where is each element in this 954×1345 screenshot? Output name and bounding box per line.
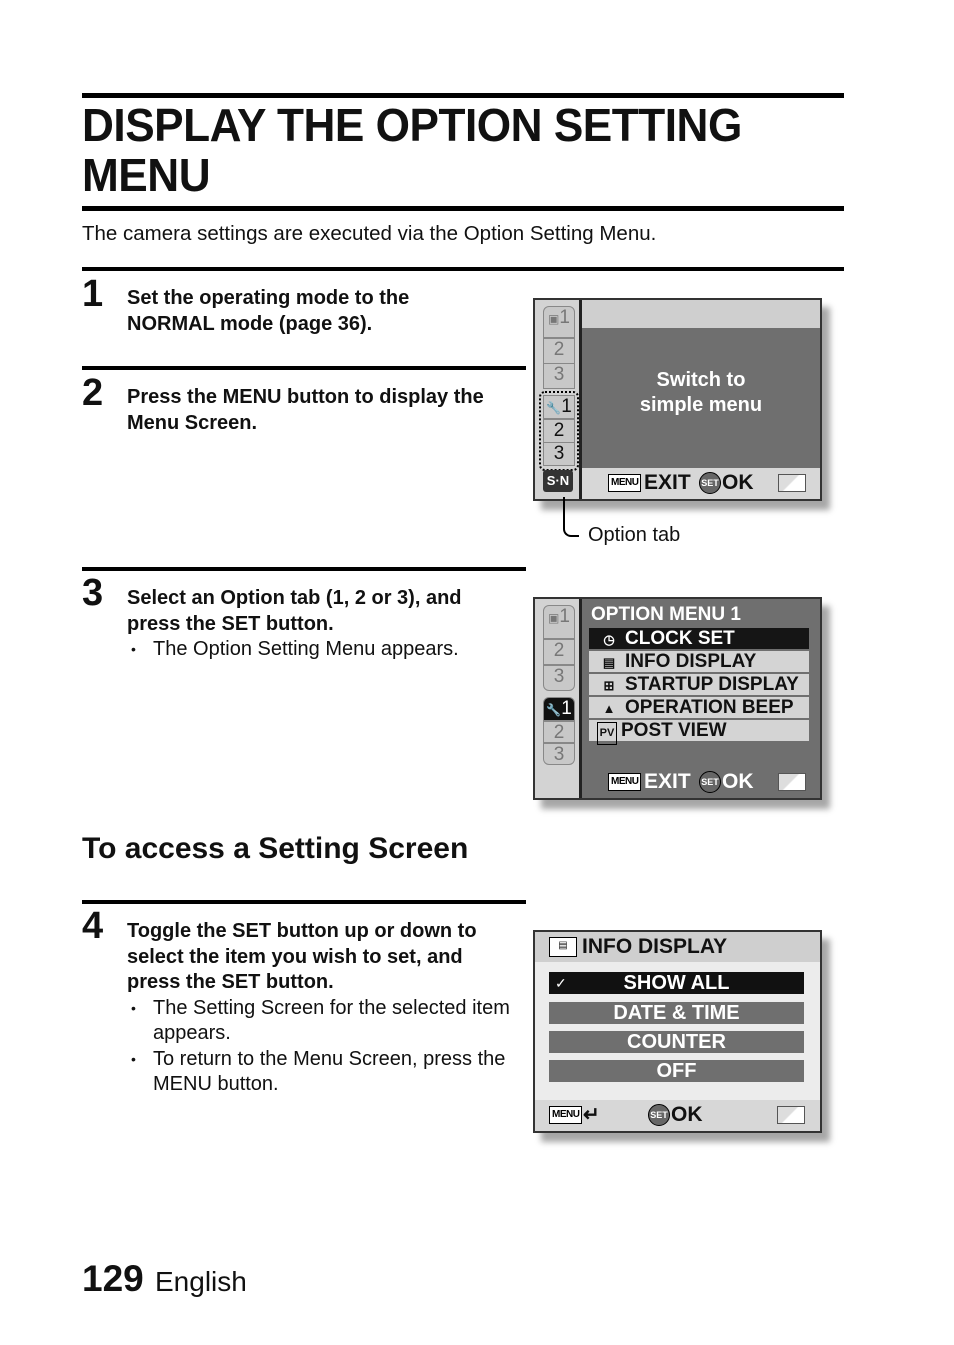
tab-option-2[interactable]: 2 (543, 721, 575, 743)
camera-icon: ▣ (548, 611, 560, 625)
mode-badge[interactable]: S·N (543, 470, 573, 492)
section-subheading: To access a Setting Screen (82, 832, 469, 865)
battery-icon (777, 1106, 805, 1124)
menu-item-startup-display[interactable]: ⊞ STARTUP DISPLAY (589, 674, 809, 695)
step-rule (82, 567, 526, 571)
camera-screen-option-menu: ▣1 2 3 🔧1 2 3 OPTION MENU 1 ◷ CLOCK SET ▤… (533, 597, 822, 800)
battery-icon (778, 773, 806, 791)
tab-column: ▣1 2 3 🔧1 2 3 (535, 599, 582, 798)
tab-shooting-2[interactable]: 2 (543, 338, 575, 364)
step-body: Toggle the SET button up or down to sele… (127, 919, 517, 1098)
step-rule (82, 267, 844, 271)
setting-header: ▤ INFO DISPLAY (535, 932, 820, 962)
battery-icon (778, 474, 806, 492)
step-text: Select an Option tab (1, 2 or 3), and pr… (127, 587, 462, 635)
post-view-icon: PV (597, 722, 617, 745)
menu-item-operation-beep[interactable]: ▲ OPERATION BEEP (589, 697, 809, 718)
ok-label: OK (671, 1103, 703, 1126)
camera-icon: ▣ (548, 312, 560, 326)
menu-button-icon: MENU (608, 474, 642, 492)
set-button-icon: SET (699, 771, 721, 793)
tab-shooting-2[interactable]: 2 (543, 639, 575, 665)
menu-button-icon: MENU (549, 1106, 583, 1124)
camera-screen-info-display: ▤ INFO DISPLAY ✓ SHOW ALL DATE & TIME CO… (533, 930, 822, 1133)
step-number: 4 (82, 905, 104, 947)
step-text: Press the MENU button to display the Men… (127, 386, 484, 434)
simple-menu-message[interactable]: Switch to simple menu (582, 368, 820, 418)
step-number: 3 (82, 572, 104, 614)
title-top-rule (82, 93, 844, 98)
option-show-all[interactable]: ✓ SHOW ALL (549, 972, 804, 994)
setting-title: INFO DISPLAY (582, 935, 728, 958)
title-bottom-rule (82, 206, 844, 211)
screen-footer: MENU EXIT SET OK (582, 468, 820, 499)
page-title: DISPLAY THE OPTION SETTING MENU (82, 99, 742, 201)
step-bullet: The Setting Screen for the selected item… (127, 996, 517, 1047)
tab-shooting-3[interactable]: 3 (543, 363, 575, 389)
option-counter[interactable]: COUNTER (549, 1031, 804, 1053)
info-display-icon: ▤ (602, 655, 616, 670)
exit-label: EXIT (644, 471, 691, 494)
tab-shooting-1[interactable]: ▣1 (543, 306, 575, 338)
option-menu-header: OPTION MENU 1 (591, 604, 741, 625)
tab-option-3[interactable]: 3 (543, 743, 575, 765)
option-off[interactable]: OFF (549, 1060, 804, 1082)
step-rule (82, 900, 526, 904)
menu-button-icon: MENU (608, 773, 642, 791)
menu-item-info-display[interactable]: ▤ INFO DISPLAY (589, 651, 809, 672)
set-button-icon: SET (699, 472, 721, 494)
camera-screen-menu: ▣1 2 3 🔧1 2 3 S·N Switch to simple menu … (533, 298, 822, 501)
option-date-time[interactable]: DATE & TIME (549, 1002, 804, 1024)
step-number: 2 (82, 372, 104, 414)
clock-icon: ◷ (603, 632, 615, 647)
ok-label: OK (722, 471, 754, 494)
option-tab-callout: Option tab (588, 524, 681, 546)
startup-display-icon: ⊞ (603, 678, 615, 693)
step-body: Select an Option tab (1, 2 or 3), and pr… (127, 586, 517, 663)
screen-header-bar (582, 300, 820, 328)
bell-icon: ▲ (602, 701, 616, 716)
check-icon: ✓ (555, 975, 567, 991)
option-tab-highlight (539, 391, 579, 471)
menu-item-clock-set[interactable]: ◷ CLOCK SET (589, 628, 809, 649)
step-bullet: To return to the Menu Screen, press the … (127, 1047, 517, 1098)
step-bullet: The Option Setting Menu appears. (127, 637, 517, 663)
screen-footer: MENU EXIT SET OK (582, 767, 820, 798)
set-button-icon: SET (648, 1104, 670, 1126)
intro-text: The camera settings are executed via the… (82, 222, 657, 245)
menu-item-post-view[interactable]: PV POST VIEW (589, 720, 809, 745)
step-text: Set the operating mode to the NORMAL mod… (127, 287, 410, 335)
info-display-icon: ▤ (549, 937, 577, 957)
step-rule (82, 366, 526, 370)
tab-shooting-1[interactable]: ▣1 (543, 605, 575, 639)
page-number: 129 (82, 1258, 144, 1299)
callout-line (563, 497, 579, 537)
step-number: 1 (82, 273, 104, 315)
wrench-icon: 🔧 (546, 703, 562, 717)
ok-label: OK (722, 770, 754, 793)
step-text: Toggle the SET button up or down to sele… (127, 920, 477, 993)
page-language: English (155, 1266, 247, 1297)
screen-footer: MENU ↵ SET OK (535, 1100, 820, 1131)
tab-column: ▣1 2 3 🔧1 2 3 S·N (535, 300, 582, 499)
return-icon: ↵ (583, 1104, 600, 1126)
option-menu-panel: OPTION MENU 1 ◷ CLOCK SET ▤ INFO DISPLAY ⊞… (582, 599, 820, 798)
tab-option-1[interactable]: 🔧1 (543, 697, 575, 721)
tab-shooting-3[interactable]: 3 (543, 665, 575, 691)
exit-label: EXIT (644, 770, 691, 793)
